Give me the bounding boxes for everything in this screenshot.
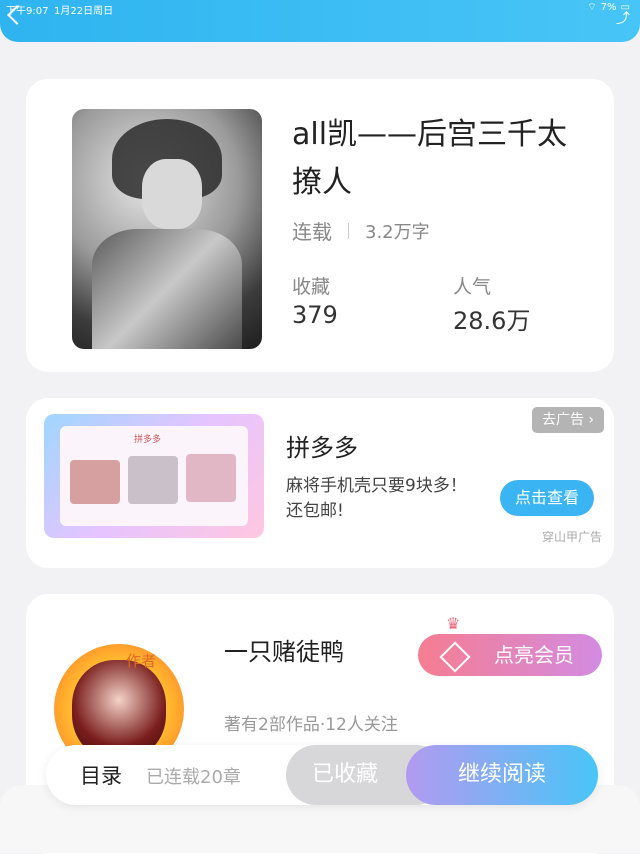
ad-text: 麻将手机壳只要9块多！还包邮! [286,476,467,521]
ad-title: 拼多多 [286,434,358,462]
wifi-icon: ⌔ [587,2,597,13]
book-title: all凯——后宫三千太撩人 [292,117,568,200]
ad-product-2 [128,456,178,504]
ad-image-inner: 拼多多 [60,426,248,526]
diamond-icon [439,641,471,673]
popularity-value: 28.6万 [453,307,531,335]
continue-reading-button[interactable]: 继续阅读 [406,745,598,805]
status-bar: 下午9:07 1月22日周日 ⌔ 7% ▭ [0,0,640,17]
book-cover[interactable] [72,109,262,349]
ad-card[interactable]: 拼多多 拼多多 麻将手机壳只要9块多！还包邮! 点击查看 去广告 › 穿山甲广告 [26,398,614,568]
book-word-count: 3.2万字 [365,221,430,243]
ad-product-1 [70,460,120,504]
cover-art-cloth [92,229,242,349]
toc-button[interactable]: 目录 [80,760,122,790]
ad-source: 穿山甲广告 [542,530,603,544]
serial-status: 已连载20章 [146,767,241,788]
ad-image[interactable]: 拼多多 [44,414,264,538]
ad-image-label: 拼多多 [134,435,162,445]
top-header: 下午9:07 1月22日周日 ⌔ 7% ▭ ⤴ [0,0,640,42]
popularity-label: 人气 [453,276,492,298]
battery-text: 7% [600,2,617,13]
cover-art-face [142,159,202,229]
share-icon[interactable]: ⤴ [616,8,630,28]
book-status: 连载 [292,220,332,244]
bottom-action-bar: 目录 已连载20章 已收藏 继续阅读 [46,745,598,805]
author-info: 著有2部作品·12人关注 [224,715,398,735]
vip-button[interactable]: 点亮会员 [418,634,602,676]
author-name[interactable]: 一只赌徒鸭 [224,632,344,667]
book-info-card: all凯——后宫三千太撩人 连载 3.2万字 收藏 379 人气 28.6万 [26,79,614,372]
crown-icon: ♛ [446,614,461,633]
ad-product-3 [186,454,236,502]
favorites-value: 379 [292,301,338,329]
meta-divider [348,222,349,239]
status-date: 1月22日周日 [54,6,114,17]
book-meta: 连载 3.2万字 [292,216,430,245]
vip-button-label: 点亮会员 [494,643,574,667]
author-tag: 作者 [126,652,157,670]
favorites-label: 收藏 [292,276,331,298]
remove-ad-button[interactable]: 去广告 › [532,407,604,433]
ad-view-button[interactable]: 点击查看 [500,480,594,516]
